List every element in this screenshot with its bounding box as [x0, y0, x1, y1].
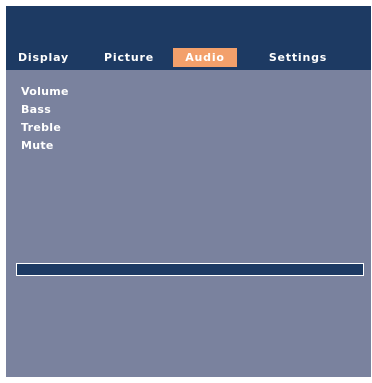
audio-menu-list: Volume Bass Treble Mute [21, 83, 69, 155]
tab-display[interactable]: Display [18, 48, 68, 67]
tab-picture[interactable]: Picture [100, 48, 158, 67]
menu-item-mute[interactable]: Mute [21, 137, 69, 155]
osd-menu-panel: Display Picture Audio Settings Volume Ba… [6, 6, 371, 377]
menu-item-volume[interactable]: Volume [21, 83, 69, 101]
tab-audio[interactable]: Audio [173, 48, 237, 67]
menu-item-treble[interactable]: Treble [21, 119, 69, 137]
menu-item-bass[interactable]: Bass [21, 101, 69, 119]
tab-settings[interactable]: Settings [264, 48, 332, 67]
status-bar [16, 263, 364, 276]
menu-header-bar: Display Picture Audio Settings [6, 6, 371, 70]
